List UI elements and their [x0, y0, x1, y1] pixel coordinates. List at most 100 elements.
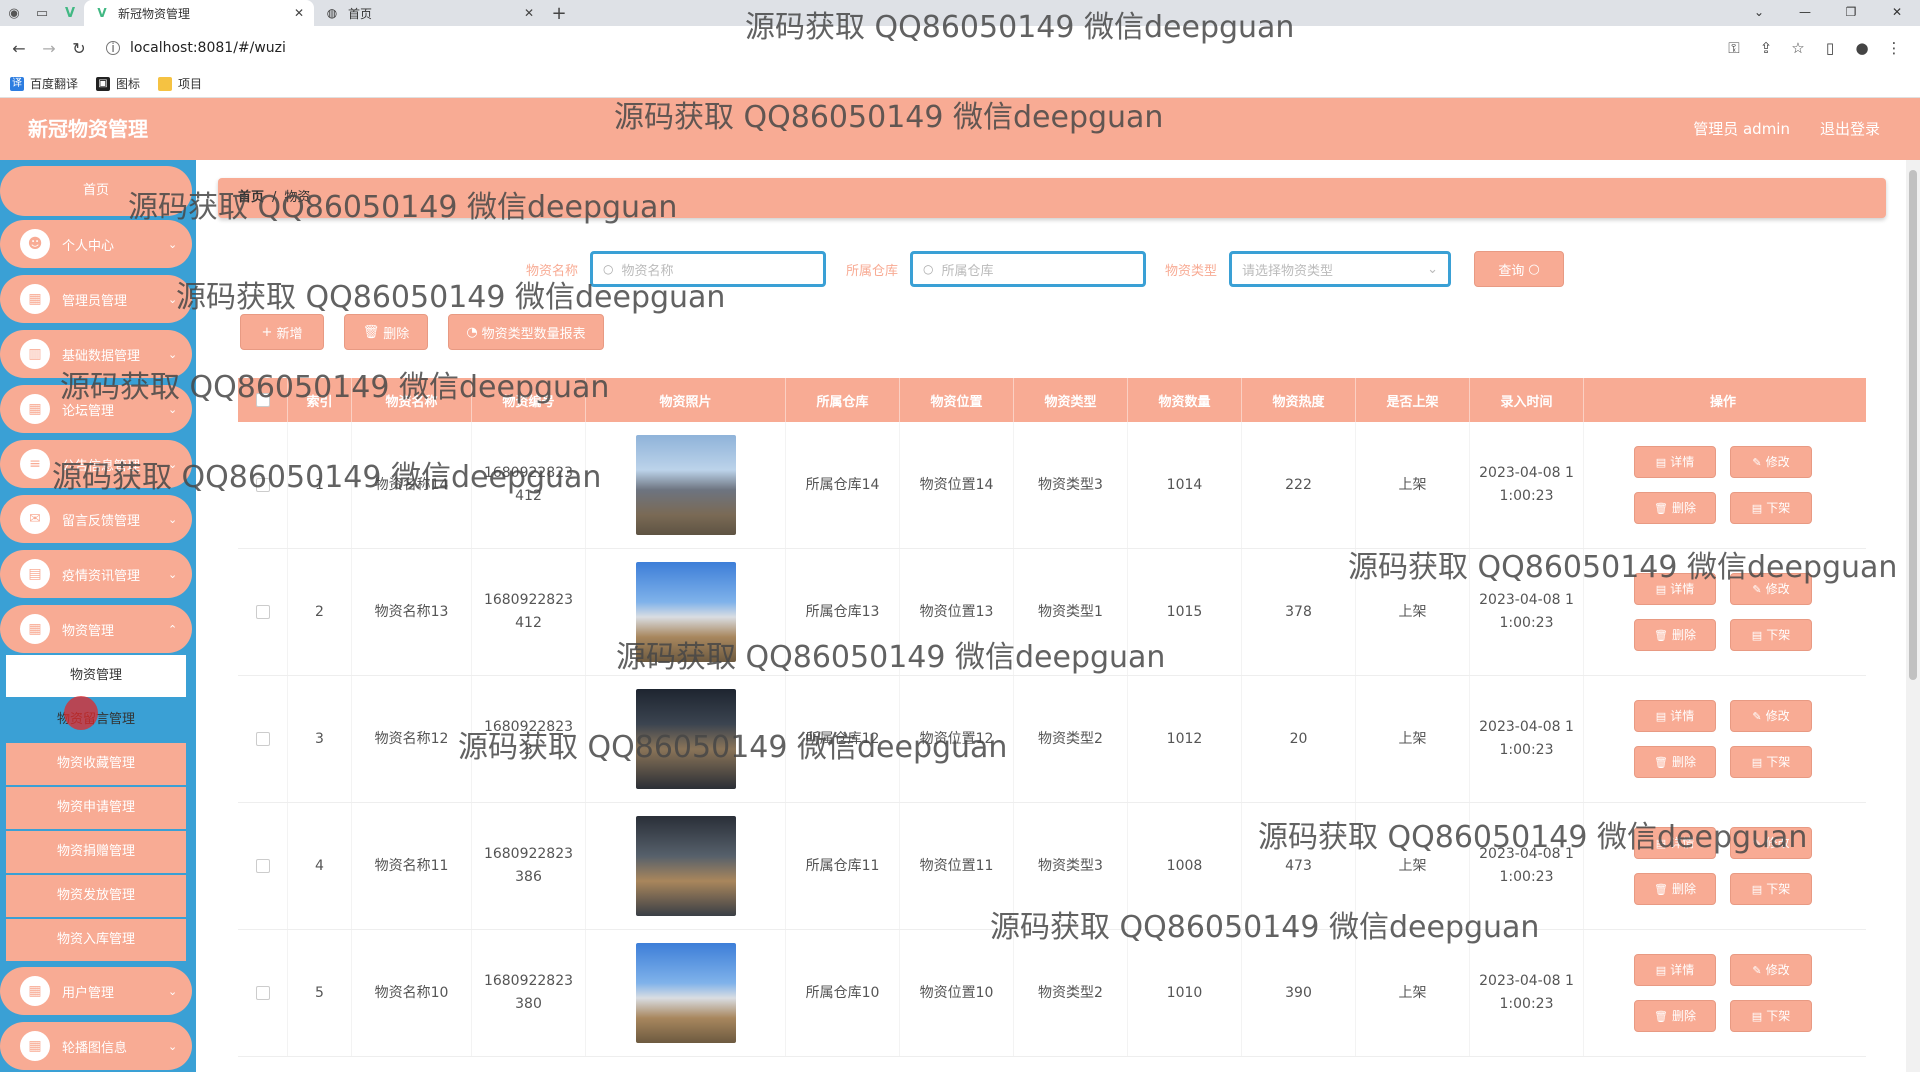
delete-button[interactable]: 🗑 删除 [344, 314, 428, 350]
add-button[interactable]: + 新增 [240, 314, 324, 350]
delete-button[interactable]: 🗑 删除 [1634, 746, 1716, 778]
detail-button[interactable]: ▤ 详情 [1634, 446, 1716, 478]
edit-button[interactable]: ✎ 修改 [1730, 573, 1812, 605]
bookmark-folder[interactable]: 项目 [158, 75, 202, 92]
back-icon[interactable]: ← [4, 39, 34, 58]
detail-button[interactable]: ▤ 详情 [1634, 573, 1716, 605]
submenu-item-supplies[interactable]: 物资管理 [6, 655, 186, 697]
sidebar-item-label: 管理员管理 [62, 293, 128, 309]
address-bar: ← → ↻ i localhost:8081/#/wuzi ⚿ ⇪ ☆ ▯ ● … [0, 26, 1920, 70]
detail-button[interactable]: ▤ 详情 [1634, 700, 1716, 732]
breadcrumb-current: 物资 [284, 190, 311, 205]
edit-button[interactable]: ✎ 修改 [1730, 446, 1812, 478]
sidebar-item-forum[interactable]: ▦ 论坛管理 ⌄ [0, 385, 192, 433]
bookmark-label: 项目 [178, 77, 203, 91]
message-icon: ✉ [20, 504, 50, 534]
minimize-icon[interactable]: — [1782, 0, 1828, 26]
sidebar-item-basedata[interactable]: ▥ 基础数据管理 ⌄ [0, 330, 192, 378]
star-icon[interactable]: ☆ [1782, 39, 1814, 57]
sidebar-item-users[interactable]: ▦ 用户管理 ⌄ [0, 967, 192, 1015]
window-close-icon[interactable]: ✕ [1874, 0, 1920, 26]
detail-button-label: 详情 [1670, 454, 1695, 469]
submenu-item-supply-stock-in[interactable]: 物资入库管理 [6, 919, 186, 961]
sidebar-item-profile[interactable]: ☻ 个人中心 ⌄ [0, 220, 192, 268]
edit-button[interactable]: ✎ 修改 [1730, 827, 1812, 859]
row-actions: ▤ 详情 ✎ 修改 🗑 删除 ▤ 下架 [1634, 954, 1812, 1032]
delete-button[interactable]: 🗑 删除 [1634, 873, 1716, 905]
delete-button[interactable]: 🗑 删除 [1634, 492, 1716, 524]
submenu-item-supply-distribution[interactable]: 物资发放管理 [6, 875, 186, 917]
cell-index: 3 [288, 676, 352, 802]
header-cell: 所属仓库 [786, 378, 900, 422]
submenu-item-supply-donations[interactable]: 物资捐赠管理 [6, 831, 186, 873]
photo-cell [586, 422, 786, 548]
sidebar-item-supplies[interactable]: ▦ 物资管理 ⌃ [0, 605, 192, 653]
page-scrollbar[interactable] [1906, 160, 1920, 1072]
delete-button[interactable]: 🗑 删除 [1634, 619, 1716, 651]
sidebar-item-home[interactable]: 首页 [0, 166, 192, 216]
query-group: 查询 ○ [1474, 250, 1564, 288]
submenu-item-supply-requests[interactable]: 物资申请管理 [6, 787, 186, 829]
browser-menu-icon[interactable]: ◉ [0, 0, 28, 26]
query-button[interactable]: 查询 ○ [1474, 251, 1564, 287]
tab-label: 首页 [348, 6, 373, 21]
tab-inactive[interactable]: ◍ 首页 ✕ [314, 0, 544, 26]
tab-strip-icon[interactable]: ▭ [28, 0, 56, 26]
edit-button[interactable]: ✎ 修改 [1730, 954, 1812, 986]
grid-icon: ▦ [20, 1031, 50, 1061]
sidebar-item-admins[interactable]: ▦ 管理员管理 ⌄ [0, 275, 192, 323]
bookmark-translate[interactable]: 译 百度翻译 [10, 75, 78, 92]
offline-button[interactable]: ▤ 下架 [1730, 746, 1812, 778]
scrollbar-thumb[interactable] [1909, 170, 1917, 680]
reload-icon[interactable]: ↻ [64, 39, 94, 58]
sidebar-item-carousel[interactable]: ▦ 轮播图信息 ⌄ [0, 1022, 192, 1070]
close-tab-icon[interactable]: ✕ [524, 6, 534, 20]
new-tab-button[interactable]: + [544, 0, 574, 26]
offline-button[interactable]: ▤ 下架 [1730, 1000, 1812, 1032]
row-checkbox[interactable] [255, 605, 270, 619]
select-all-checkbox[interactable] [255, 393, 270, 407]
bookmark-icons[interactable]: ▣ 图标 [96, 75, 140, 92]
sidebar-item-feedback[interactable]: ✉ 留言反馈管理 ⌄ [0, 495, 192, 543]
share-icon[interactable]: ⇪ [1750, 39, 1782, 57]
tab-label: 新冠物资管理 [118, 6, 191, 21]
site-info-icon[interactable]: i [106, 41, 120, 55]
edit-button[interactable]: ✎ 修改 [1730, 700, 1812, 732]
report-button[interactable]: ◔ 物资类型数量报表 [448, 314, 604, 350]
cell-status-text: 上架 [1398, 984, 1427, 1001]
sidebar-item-label: 公告信息管理 [62, 458, 141, 474]
detail-button[interactable]: ▤ 详情 [1634, 954, 1716, 986]
url-field[interactable]: i localhost:8081/#/wuzi [106, 26, 286, 70]
close-tab-icon[interactable]: ✕ [294, 6, 304, 20]
search-icon: ○ [1528, 261, 1540, 277]
cell-time-text: 2023-04-08 11:00:23 [1479, 719, 1574, 758]
detail-button[interactable]: ▤ 详情 [1634, 827, 1716, 859]
offline-button[interactable]: ▤ 下架 [1730, 619, 1812, 651]
breadcrumb-home[interactable]: 首页 [238, 190, 264, 205]
restore-icon[interactable]: ❐ [1828, 0, 1874, 26]
forward-icon[interactable]: → [34, 39, 64, 58]
row-checkbox[interactable] [255, 986, 270, 1000]
logout-link[interactable]: 退出登录 [1820, 98, 1880, 160]
sidepanel-icon[interactable]: ▯ [1814, 39, 1846, 57]
profile-icon[interactable]: ● [1846, 39, 1878, 57]
sidebar-item-epidemic-news[interactable]: ▤ 疫情资讯管理 ⌄ [0, 550, 192, 598]
table-header: 索引 物资名称 物资编号 物资照片 所属仓库 物资位置 物资类型 物资数量 物资… [238, 378, 1866, 422]
search-type-select[interactable]: 请选择物资类型 ⌄ [1229, 251, 1452, 287]
tab-active[interactable]: V 新冠物资管理 ✕ [84, 0, 314, 26]
offline-button[interactable]: ▤ 下架 [1730, 492, 1812, 524]
sidebar-item-notice[interactable]: ≡ 公告信息管理 ⌄ [0, 440, 192, 488]
submenu-item-supply-favorites[interactable]: 物资收藏管理 [6, 743, 186, 785]
pinned-tab-icon[interactable]: V [56, 0, 84, 26]
key-icon[interactable]: ⚿ [1718, 39, 1750, 57]
more-icon[interactable]: ⋮ [1878, 39, 1910, 57]
row-checkbox[interactable] [255, 732, 270, 746]
row-checkbox[interactable] [255, 859, 270, 873]
cell-status: 上架 [1356, 930, 1470, 1056]
row-checkbox[interactable] [255, 478, 270, 492]
search-warehouse-input[interactable]: ○ 所属仓库 [910, 251, 1147, 287]
search-name-input[interactable]: ○ 物资名称 [590, 251, 827, 287]
offline-button[interactable]: ▤ 下架 [1730, 873, 1812, 905]
delete-button[interactable]: 🗑 删除 [1634, 1000, 1716, 1032]
tab-search-icon[interactable]: ⌄ [1736, 0, 1782, 26]
